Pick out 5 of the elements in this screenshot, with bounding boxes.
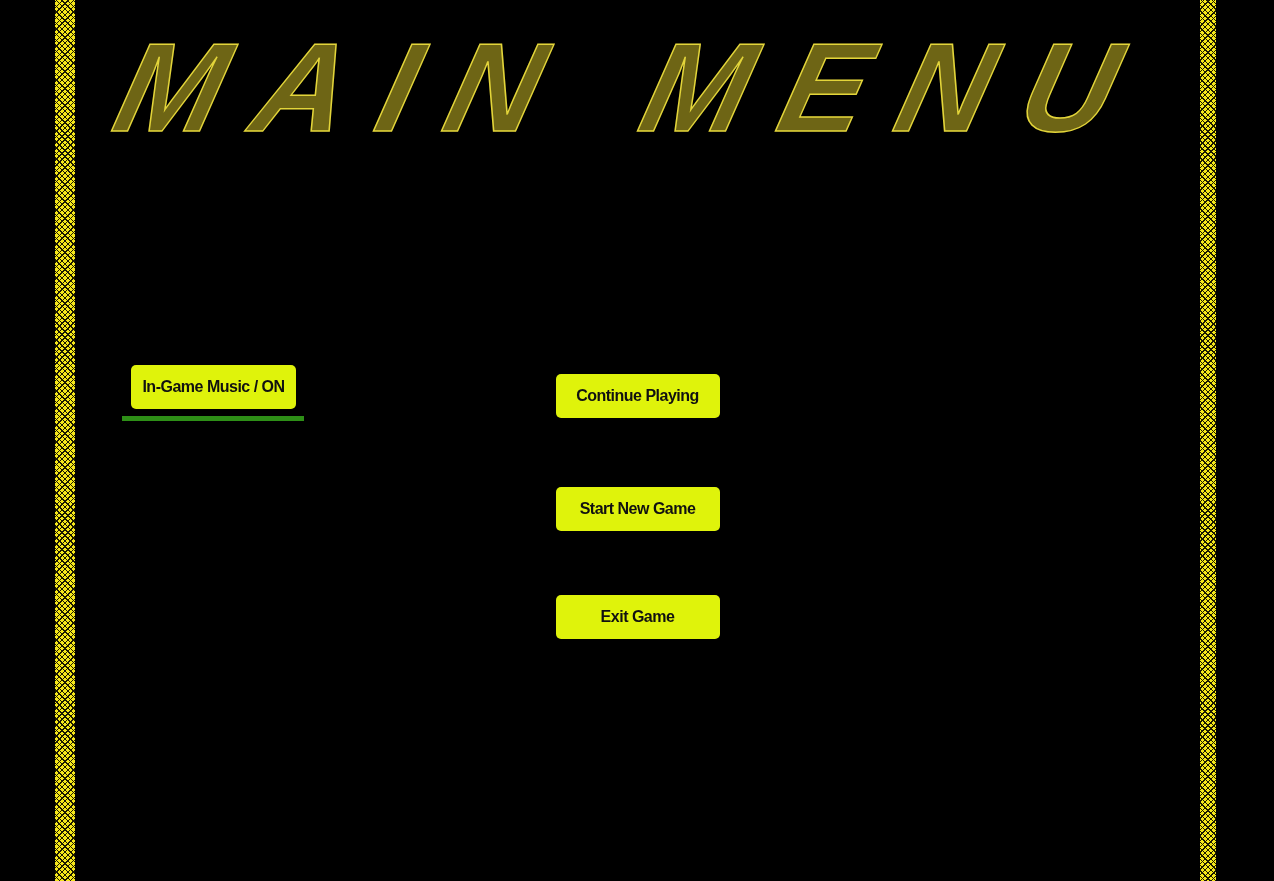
menu-button[interactable]: Exit Game: [555, 595, 720, 640]
music-toggle-button[interactable]: In-Game Music / ON: [131, 365, 296, 410]
menu-button[interactable]: Start New Game: [555, 487, 720, 532]
menu-button[interactable]: Continue Playing: [555, 374, 720, 419]
menu-title: MAIN MENU: [103, 22, 1166, 155]
